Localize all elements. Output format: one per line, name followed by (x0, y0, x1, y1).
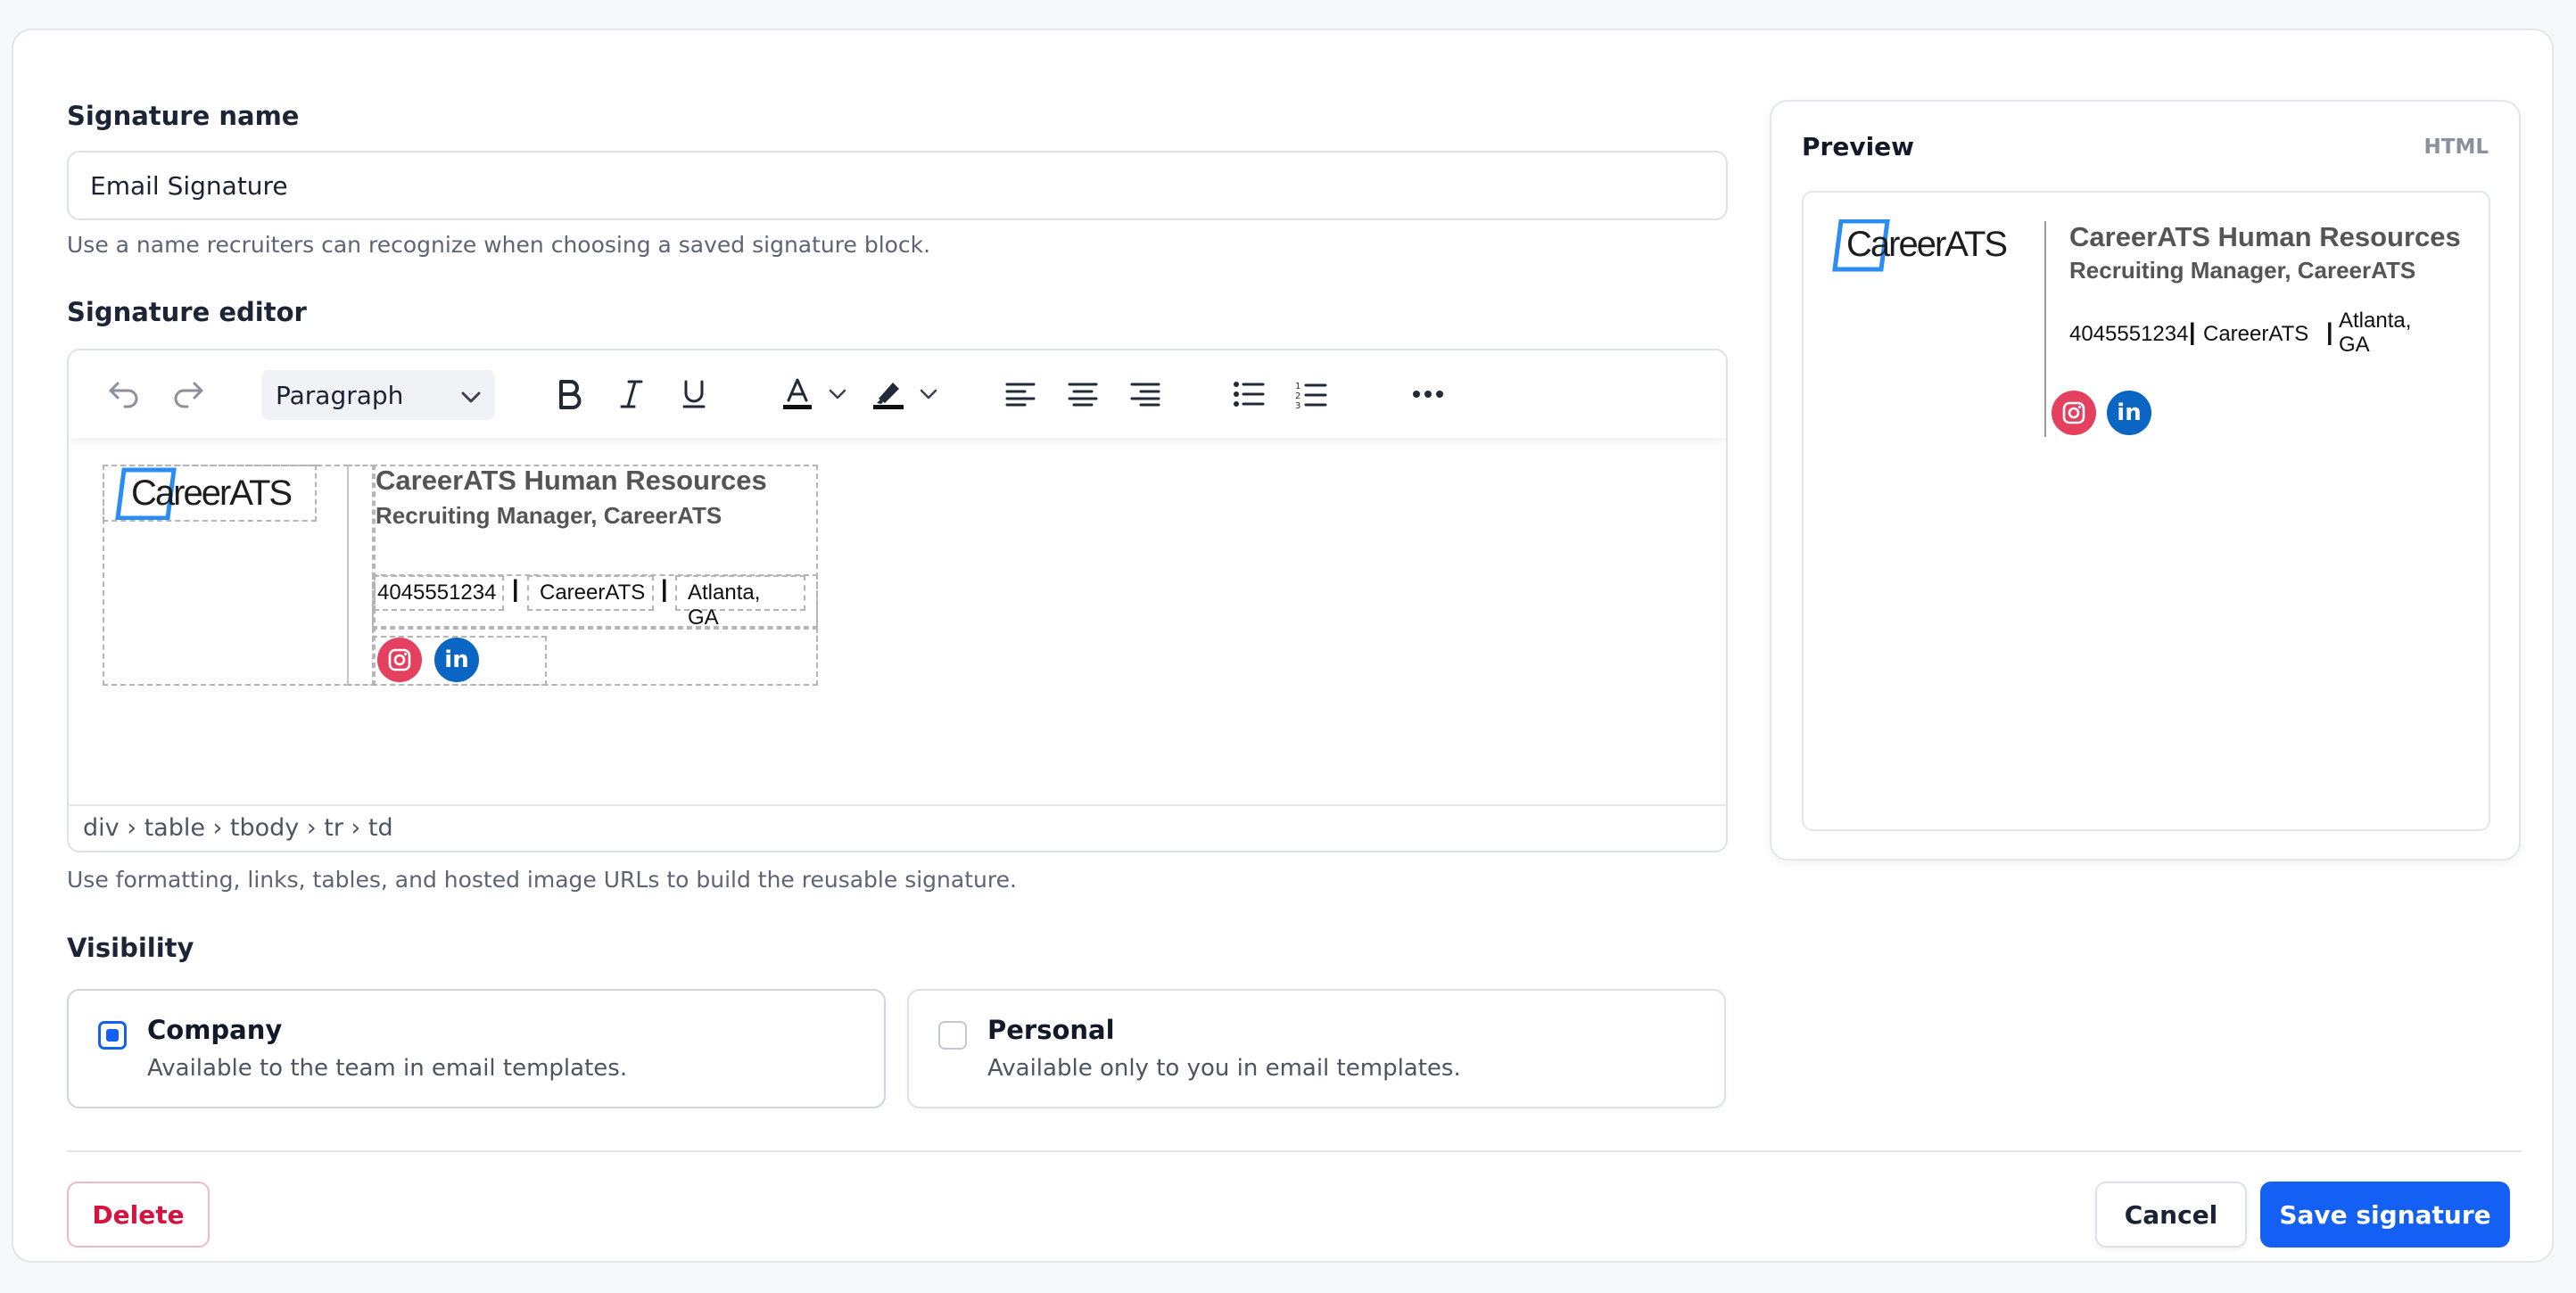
preview-sig-title: Recruiting Manager, CareerATS (2069, 257, 2416, 284)
signature-editor-help: Use formatting, links, tables, and hoste… (67, 867, 1017, 893)
preview-sig-separator-2: | (2326, 318, 2333, 345)
underline-icon[interactable] (670, 370, 718, 418)
preview-sig-separator-1: | (2189, 318, 2196, 345)
svg-text:1: 1 (1295, 382, 1300, 391)
italic-icon[interactable] (607, 370, 656, 418)
preview-panel: Preview HTML CareerATS CareerATS Human R… (1770, 100, 2521, 861)
preview-sig-phone: 4045551234 (2069, 322, 2189, 346)
svg-text:3: 3 (1295, 401, 1300, 408)
preview-instagram-icon[interactable] (2052, 391, 2096, 435)
editor-sig-phone-cell[interactable]: 4045551234 (374, 575, 504, 611)
preview-title: Preview (1802, 132, 1915, 161)
signature-name-label: Signature name (67, 101, 300, 131)
preview-sig-location-line1: Atlanta, (2339, 309, 2412, 333)
preview-sig-location-line2: GA (2339, 333, 2370, 357)
personal-title: Personal (987, 1015, 1115, 1045)
signature-editor-label: Signature editor (67, 297, 307, 327)
preview-divider (2044, 221, 2046, 437)
highlight-chevron-icon[interactable] (912, 370, 945, 418)
instagram-icon[interactable] (377, 638, 422, 682)
editor-toolbar: Paragraph 1 2 3 (69, 350, 1726, 438)
editor-sig-separator-2: | (661, 575, 668, 602)
editor-sig-phone: 4045551234 (377, 581, 497, 605)
editor-sig-company: CareerATS (540, 581, 646, 605)
signature-editor[interactable]: Paragraph 1 2 3 CareerATS CareerATS Huma… (67, 349, 1728, 852)
preview-sig-name: CareerATS Human Resources (2069, 221, 2461, 252)
company-desc: Available to the team in email templates… (147, 1055, 628, 1082)
footer-divider (67, 1150, 2522, 1152)
cancel-button[interactable]: Cancel (2095, 1182, 2247, 1248)
editor-sig-separator-1: | (512, 575, 519, 602)
editor-content[interactable]: CareerATS CareerATS Human Resources Recr… (69, 440, 1726, 765)
chevron-down-icon (461, 381, 481, 410)
company-radio[interactable] (98, 1021, 127, 1050)
editor-sig-name: CareerATS Human Resources (376, 465, 767, 496)
signature-name-input[interactable] (67, 151, 1728, 220)
visibility-option-personal[interactable]: Personal Available only to you in email … (907, 989, 1726, 1108)
company-title: Company (147, 1015, 283, 1045)
bullet-list-icon[interactable] (1225, 370, 1273, 418)
personal-radio[interactable] (938, 1021, 967, 1050)
linkedin-icon[interactable]: in (434, 638, 479, 682)
personal-desc: Available only to you in email templates… (987, 1055, 1461, 1082)
text-color-icon[interactable] (773, 370, 822, 418)
delete-button[interactable]: Delete (67, 1182, 210, 1248)
align-right-icon[interactable] (1121, 370, 1169, 418)
editor-sig-company-cell[interactable]: CareerATS (527, 575, 654, 611)
signature-name-help: Use a name recruiters can recognize when… (67, 232, 931, 258)
highlight-icon[interactable] (864, 370, 912, 418)
align-center-icon[interactable] (1059, 370, 1107, 418)
editor-sig-title: Recruiting Manager, CareerATS (376, 502, 722, 529)
preview-logo-text: CareerATS (1846, 225, 2006, 264)
undo-icon[interactable] (101, 370, 147, 418)
element-path-statusbar[interactable]: div › table › tbody › tr › td (69, 804, 1726, 851)
text-color-chevron-icon[interactable] (822, 370, 854, 418)
block-format-select[interactable]: Paragraph (261, 370, 495, 420)
visibility-label: Visibility (67, 933, 194, 963)
bold-icon[interactable] (545, 370, 593, 418)
save-signature-button[interactable]: Save signature (2260, 1182, 2510, 1248)
numbered-list-icon[interactable]: 123 (1287, 370, 1335, 418)
preview-linkedin-icon[interactable]: in (2107, 391, 2151, 435)
visibility-option-company[interactable]: Company Available to the team in email t… (67, 989, 886, 1108)
preview-sig-location: Atlanta, GA (2339, 309, 2411, 357)
block-format-value: Paragraph (276, 380, 404, 410)
preview-frame: CareerATS CareerATS Human Resources Recr… (1802, 191, 2490, 831)
align-left-icon[interactable] (996, 370, 1044, 418)
preview-sig-company: CareerATS (2203, 322, 2309, 346)
editor-sig-location-cell[interactable]: Atlanta, GA (675, 575, 805, 630)
signature-form-card: Signature name Use a name recruiters can… (12, 29, 2554, 1263)
signature-logo[interactable]: CareerATS (103, 465, 317, 522)
preview-mode-badge: HTML (2423, 136, 2489, 159)
logo-text: CareerATS (131, 474, 291, 513)
redo-icon[interactable] (165, 370, 211, 418)
more-icon[interactable] (1401, 370, 1455, 418)
svg-text:2: 2 (1295, 391, 1300, 401)
preview-logo: CareerATS (1830, 218, 2009, 276)
